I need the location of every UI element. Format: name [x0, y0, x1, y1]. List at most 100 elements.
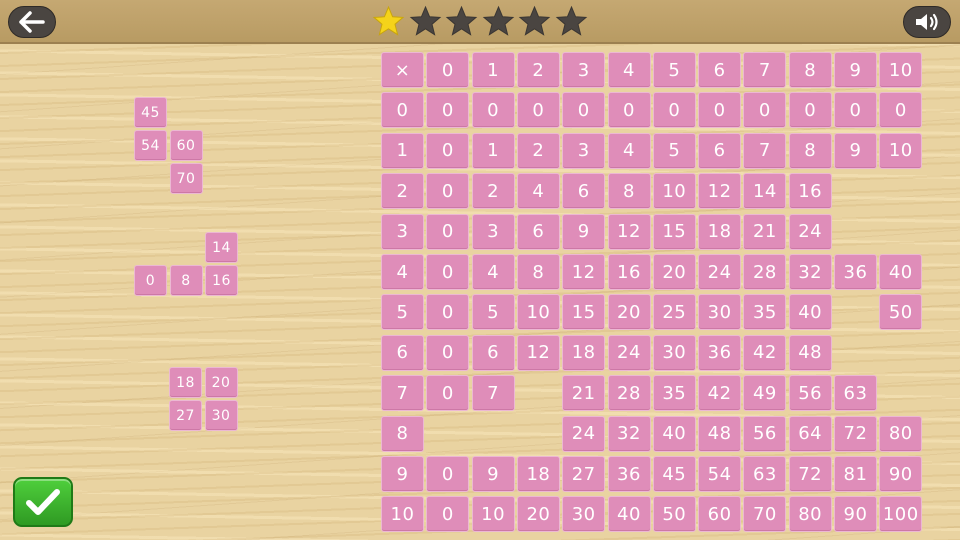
grid-cell: 10	[471, 496, 515, 533]
grid-cell: 2	[471, 173, 515, 210]
grid-cell: 5	[652, 132, 696, 169]
grid-cell: 0	[607, 92, 651, 129]
grid-cell: 49	[743, 375, 787, 412]
grid-cell: 4	[471, 254, 515, 290]
grid-cell: 40	[879, 254, 923, 290]
sound-button[interactable]	[903, 6, 951, 38]
puzzle-piece-cell[interactable]: 60	[169, 130, 203, 161]
grid-cell: 7	[743, 132, 787, 169]
puzzle-piece-cell[interactable]: 0	[134, 265, 167, 296]
grid-cell: 6	[471, 334, 515, 371]
row-header-cell: 7	[381, 375, 424, 412]
grid-cell: 8	[607, 173, 651, 210]
top-bar	[0, 0, 960, 44]
grid-cell: 30	[698, 294, 742, 331]
grid-cell: 0	[426, 334, 470, 371]
grid-cell: 40	[788, 294, 832, 331]
grid-cell: 4	[516, 173, 560, 210]
grid-cell: 0	[426, 254, 470, 290]
star-empty-icon	[409, 5, 441, 36]
back-button[interactable]	[8, 6, 56, 38]
grid-cell: 20	[652, 254, 696, 290]
puzzle-piece-cell[interactable]: 8	[169, 265, 203, 296]
grid-cell: 10	[879, 132, 923, 169]
check-answer-button[interactable]	[13, 477, 73, 527]
grid-cell: 50	[879, 294, 923, 331]
grid-cell: 9	[562, 213, 606, 250]
grid-cell: 80	[788, 496, 832, 533]
column-header-cell: 3	[562, 52, 606, 88]
grid-cell: 10	[516, 294, 560, 331]
grid-cell: 100	[879, 496, 923, 533]
grid-cell: 48	[788, 334, 832, 371]
star-empty-icon	[555, 5, 588, 36]
column-header-cell: 1	[471, 52, 515, 88]
grid-cell: 32	[788, 254, 832, 290]
checkmark-icon	[26, 489, 60, 515]
grid-cell: 16	[607, 254, 651, 290]
grid-cell: 0	[426, 132, 470, 169]
grid-cell: 6	[698, 132, 742, 169]
grid-cell: 35	[652, 375, 696, 412]
grid-cell: 0	[834, 92, 877, 129]
column-header-cell: 4	[607, 52, 651, 88]
column-header-cell: 5	[652, 52, 696, 88]
row-header-cell: 2	[381, 173, 424, 210]
column-header-cell: 8	[788, 52, 832, 88]
grid-cell: 0	[471, 92, 515, 129]
grid-cell: 32	[607, 415, 651, 452]
speaker-icon	[916, 13, 938, 31]
grid-cell: 0	[652, 92, 696, 129]
grid-cell: 40	[652, 415, 696, 452]
grid-cell: 0	[426, 375, 470, 412]
grid-cell: 63	[743, 456, 787, 492]
grid-cell: 28	[743, 254, 787, 290]
grid-cell: 18	[698, 213, 742, 250]
puzzle-piece-cell[interactable]: 20	[204, 367, 238, 398]
grid-cell: 70	[743, 496, 787, 533]
grid-cell: 56	[743, 415, 787, 452]
grid-cell: 9	[834, 132, 877, 169]
grid-cell: 24	[698, 254, 742, 290]
row-header-cell: 6	[381, 334, 424, 371]
row-header-cell: 8	[381, 415, 424, 452]
grid-cell: 9	[471, 456, 515, 492]
grid-cell: 28	[607, 375, 651, 412]
multiply-symbol-cell: ×	[381, 52, 424, 88]
puzzle-piece-cell[interactable]: 54	[134, 130, 167, 161]
grid-cell: 24	[562, 415, 606, 452]
grid-cell: 0	[426, 92, 470, 129]
grid-cell: 0	[788, 92, 832, 129]
puzzle-piece-cell[interactable]: 70	[169, 163, 203, 194]
grid-cell: 5	[471, 294, 515, 331]
grid-cell: 0	[426, 456, 470, 492]
puzzle-piece-cell[interactable]: 27	[169, 400, 202, 431]
grid-cell: 90	[879, 456, 923, 492]
grid-cell: 21	[743, 213, 787, 250]
grid-cell: 42	[743, 334, 787, 371]
grid-cell: 0	[426, 173, 470, 210]
grid-cell: 56	[788, 375, 832, 412]
grid-cell: 12	[698, 173, 742, 210]
grid-cell: 24	[788, 213, 832, 250]
grid-cell: 0	[698, 92, 742, 129]
row-header-cell: 1	[381, 132, 424, 169]
puzzle-piece-cell[interactable]: 14	[205, 232, 238, 263]
puzzle-piece-cell[interactable]: 16	[205, 265, 238, 296]
grid-cell: 72	[834, 415, 877, 452]
column-header-cell: 7	[743, 52, 787, 88]
grid-cell: 14	[743, 173, 787, 210]
star-empty-icon	[445, 5, 478, 36]
row-header-cell: 4	[381, 254, 424, 290]
grid-cell: 54	[698, 456, 742, 492]
grid-cell: 4	[607, 132, 651, 169]
grid-cell: 20	[607, 294, 651, 331]
row-header-cell: 5	[381, 294, 424, 331]
grid-cell: 36	[834, 254, 877, 290]
grid-cell: 72	[788, 456, 832, 492]
puzzle-piece-cell[interactable]: 30	[204, 400, 238, 431]
puzzle-piece-cell[interactable]: 45	[134, 97, 167, 128]
puzzle-piece-cell[interactable]: 18	[169, 367, 202, 398]
grid-cell: 10	[652, 173, 696, 210]
column-header-cell: 9	[834, 52, 877, 88]
